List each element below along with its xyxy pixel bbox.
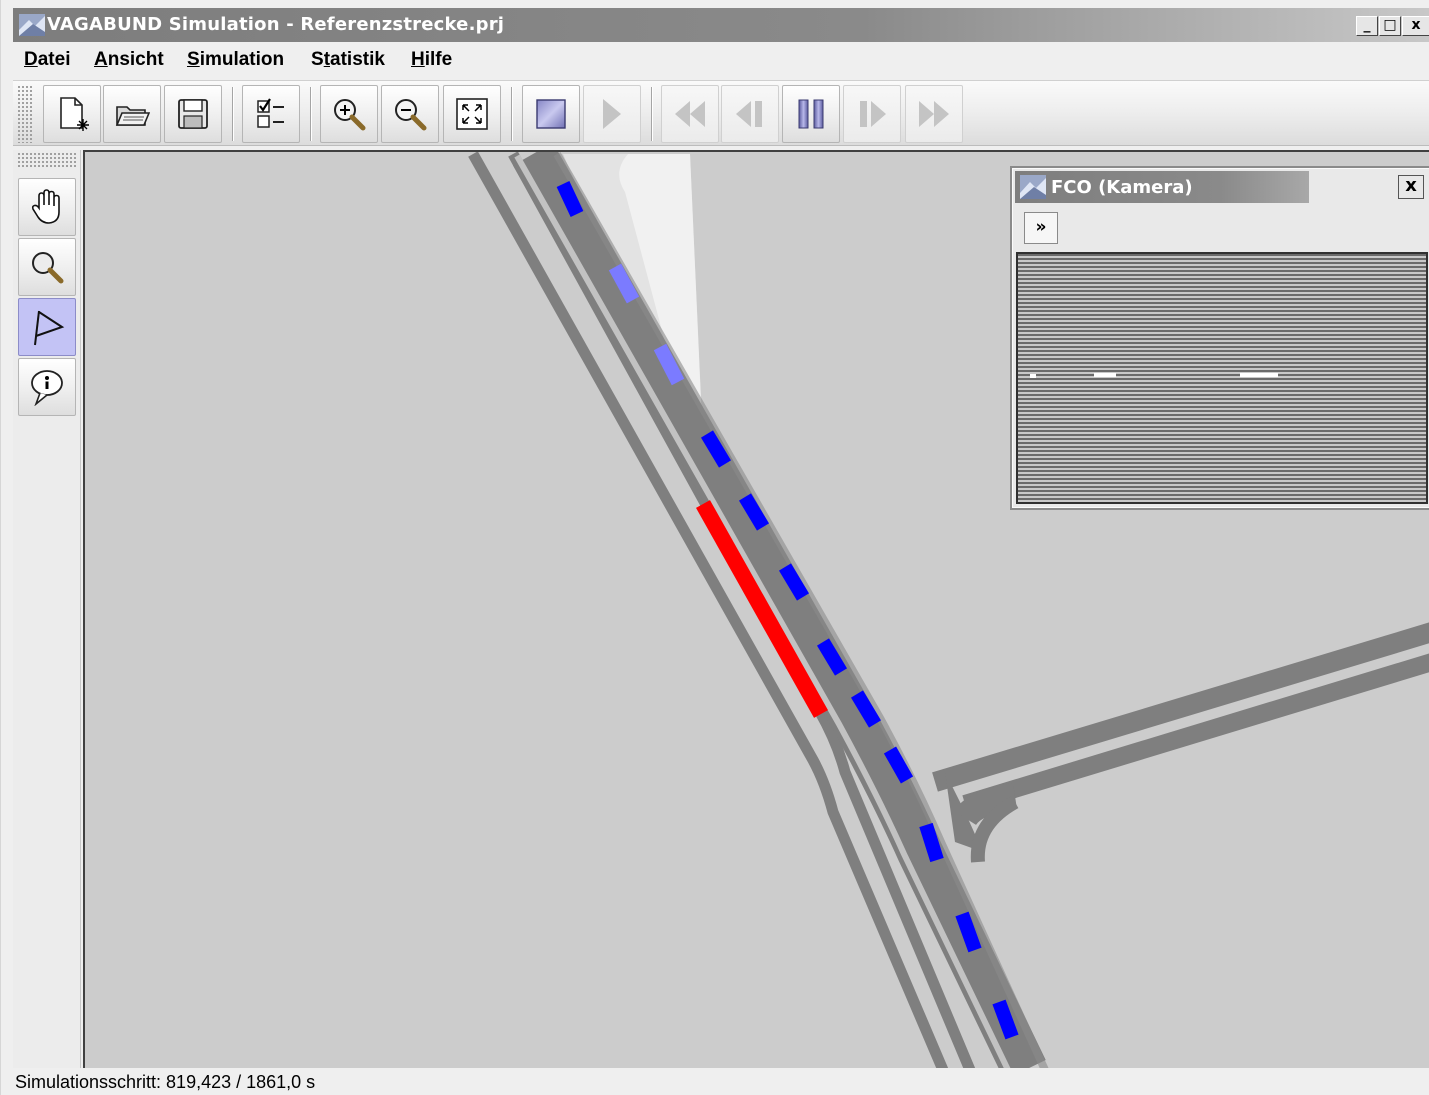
play-icon [603,99,621,129]
camera-vehicle-marker [1240,373,1278,377]
simulation-step-status: Simulationsschritt: 819,423 / 1861,0 s [15,1072,316,1092]
step-back-icon [736,101,762,127]
menu-datei[interactable]: Datei [24,49,70,71]
open-button[interactable] [103,85,161,143]
status-bar: Simulationsschritt: 819,423 / 1861,0 s [13,1070,1429,1095]
info-tool-button[interactable] [18,358,76,416]
title-bar[interactable]: VAGABUND Simulation - Referenzstrecke.pr… [13,8,1429,42]
toolbar-separator [651,87,653,141]
menu-statistik[interactable]: Statistik [311,49,385,71]
toolbar-grip[interactable] [17,85,33,143]
save-button[interactable] [164,85,222,143]
hand-pan-icon [31,189,60,224]
stop-button[interactable] [522,85,580,143]
menu-ansicht[interactable]: Ansicht [94,49,164,71]
open-folder-icon [115,106,150,126]
zoom-in-button[interactable] [320,85,378,143]
menu-bar: Datei Ansicht Simulation Statistik Hilfe [13,44,1429,78]
settings-checklist-button[interactable] [242,85,300,143]
fit-to-window-icon [456,98,488,130]
fco-window-icon [1020,175,1046,199]
play-button[interactable] [583,85,641,143]
fco-camera-window[interactable]: FCO (Kamera) x » [1010,166,1429,510]
step-forward-button[interactable] [843,85,901,143]
zoom-out-icon [395,99,427,131]
toolbar-separator [511,87,513,141]
tool-strip [13,150,81,1068]
toolbar-separator [232,87,234,141]
main-toolbar [13,80,1429,146]
rewind-button[interactable] [661,85,719,143]
zoom-out-button[interactable] [381,85,439,143]
fco-title-bar[interactable]: FCO (Kamera) [1015,171,1309,203]
close-button[interactable]: x [1402,16,1429,36]
minimize-button[interactable]: _ [1356,16,1378,36]
step-back-button[interactable] [721,85,779,143]
rewind-icon [675,101,705,127]
fast-forward-button[interactable] [905,85,963,143]
maximize-button[interactable]: □ [1379,16,1401,36]
camera-view [1016,252,1428,504]
info-balloon-icon [31,370,63,406]
fco-title: FCO (Kamera) [1051,177,1193,198]
camera-vehicle-marker [1094,373,1116,377]
menu-hilfe[interactable]: Hilfe [411,49,452,71]
menu-simulation[interactable]: Simulation [187,49,284,71]
checklist-icon [257,98,284,128]
flag-tool-button[interactable] [18,298,76,356]
toolstrip-grip[interactable] [17,152,77,168]
pan-tool-button[interactable] [18,178,76,236]
fco-expand-button[interactable]: » [1024,212,1058,244]
pause-button[interactable] [782,85,840,143]
new-button[interactable] [43,85,101,143]
toolbar-separator [310,87,312,141]
pause-icon [798,99,824,129]
flag-icon [34,310,65,346]
application-window: VAGABUND Simulation - Referenzstrecke.pr… [0,0,1429,1095]
window-title: VAGABUND Simulation - Referenzstrecke.pr… [47,14,505,35]
app-icon [19,14,45,36]
zoom-in-icon [334,99,366,131]
stop-icon [536,99,566,129]
fast-forward-icon [919,101,949,127]
save-disk-icon [178,99,208,129]
zoom-tool-button[interactable] [18,238,76,296]
fit-to-window-button[interactable] [443,85,501,143]
new-document-icon [60,97,89,131]
fco-close-button[interactable]: x [1398,175,1424,199]
magnifier-icon [32,252,64,284]
step-forward-icon [860,101,886,127]
camera-vehicle-marker [1030,374,1036,378]
